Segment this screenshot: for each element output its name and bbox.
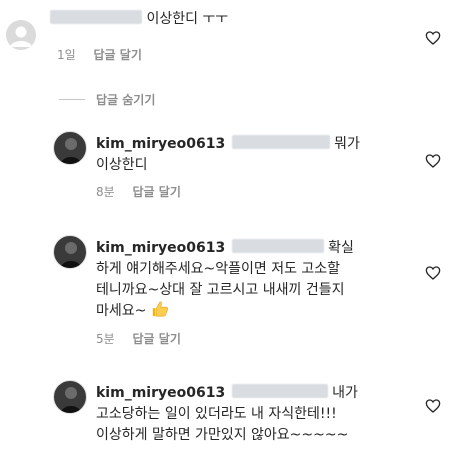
- comment-body: 내가: [332, 385, 358, 401]
- reply-2-meta: 5분 답글 달기: [96, 330, 195, 347]
- reply-button[interactable]: 답글 달기: [133, 332, 181, 346]
- reply-2-line-2: 하게 얘기해주세요~악플이면 저도 고소할: [96, 261, 341, 277]
- redacted-username: [50, 10, 142, 24]
- top-comment-meta: 1일 답글 달기: [57, 46, 156, 63]
- reply-3-line-2: 고소당하는 일이 있더라도 내 자식한테!!!: [96, 406, 337, 422]
- username[interactable]: kim_miryeo0613: [96, 385, 225, 401]
- comment-body: 뭐가: [334, 136, 360, 152]
- reply-1-meta: 8분 답글 달기: [96, 183, 195, 200]
- comment-body: 확실: [328, 240, 354, 256]
- reply-button[interactable]: 답글 달기: [133, 185, 181, 199]
- comment-time: 1일: [57, 48, 76, 62]
- reply-1-line-1: kim_miryeo0613 뭐가: [96, 133, 360, 155]
- reply-2-line-3: 테니까요~상대 잘 고르시고 내새끼 건들지: [96, 282, 345, 298]
- comment-body: 마세요~: [96, 303, 147, 319]
- thumbs-up-emoji-icon: [152, 301, 168, 317]
- redacted-mention: [231, 135, 330, 149]
- like-heart-icon[interactable]: [425, 153, 441, 169]
- reply-3-line-1: kim_miryeo0613 내가: [96, 382, 358, 404]
- avatar-kim-miryeo[interactable]: [53, 235, 87, 269]
- avatar-default-icon[interactable]: [6, 20, 36, 50]
- reply-3-line-3: 이상하게 말하면 가만있지 않아요~~~~~: [96, 427, 349, 443]
- avatar-kim-miryeo[interactable]: [53, 131, 87, 165]
- hide-replies-button[interactable]: 답글 숨기기: [96, 91, 155, 108]
- comment-time: 8분: [96, 185, 115, 199]
- reply-button[interactable]: 답글 달기: [94, 48, 142, 62]
- like-heart-icon[interactable]: [425, 398, 441, 414]
- comment-time: 5분: [96, 332, 115, 346]
- reply-2-line-4: 마세요~: [96, 300, 169, 322]
- redacted-mention: [231, 384, 328, 398]
- like-heart-icon[interactable]: [425, 265, 441, 281]
- avatar-kim-miryeo[interactable]: [53, 380, 87, 414]
- redacted-mention: [231, 239, 324, 253]
- top-comment-text: 이상한디 ㅜㅜ: [50, 8, 228, 30]
- comment-body: 이상한디 ㅜㅜ: [146, 11, 229, 27]
- reply-1-line-2: 이상한디: [96, 157, 148, 173]
- username[interactable]: kim_miryeo0613: [96, 240, 225, 256]
- reply-2-line-1: kim_miryeo0613 확실: [96, 237, 354, 259]
- replies-divider: [59, 99, 85, 100]
- like-heart-icon[interactable]: [425, 30, 441, 46]
- username[interactable]: kim_miryeo0613: [96, 136, 225, 152]
